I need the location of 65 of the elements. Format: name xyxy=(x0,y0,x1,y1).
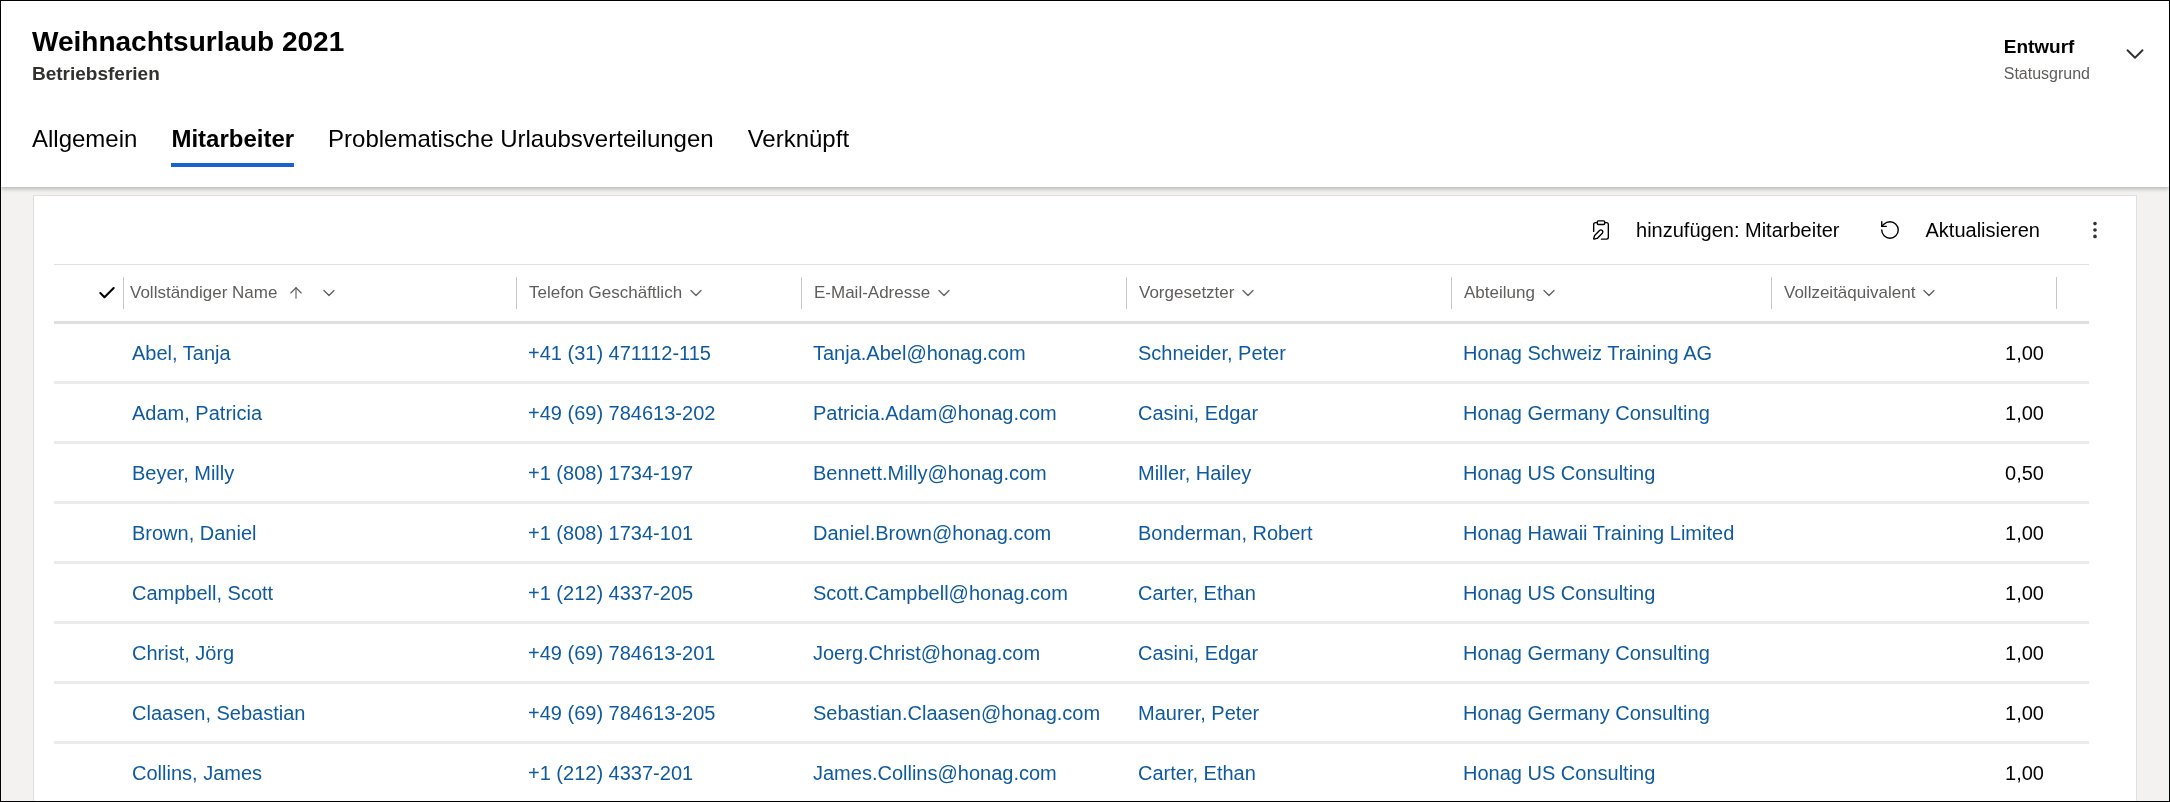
department-link[interactable]: Honag Germany Consulting xyxy=(1463,401,1710,424)
department-link[interactable]: Honag Germany Consulting xyxy=(1463,641,1710,664)
name-link[interactable]: Christ, Jörg xyxy=(132,641,235,664)
phone-link[interactable]: +1 (212) 4337-201 xyxy=(528,761,694,784)
fte-cell: 1,00 xyxy=(2005,761,2044,784)
status-value: Entwurf xyxy=(2003,35,2076,59)
tab[interactable]: Problematische Urlaubsverteilungen xyxy=(328,121,714,167)
fte-cell: 1,00 xyxy=(2005,401,2044,424)
phone-link[interactable]: +49 (69) 784613-202 xyxy=(528,401,716,424)
name-link[interactable]: Claasen, Sebastian xyxy=(132,701,306,724)
manager-link[interactable]: Miller, Hailey xyxy=(1138,461,1252,484)
manager-link[interactable]: Casini, Edgar xyxy=(1138,401,1259,424)
phone-link[interactable]: +49 (69) 784613-201 xyxy=(528,641,716,664)
manager-link[interactable]: Carter, Ethan xyxy=(1138,761,1256,784)
tab[interactable]: Verknüpft xyxy=(747,121,850,167)
tab[interactable]: Allgemein xyxy=(32,121,138,167)
refresh-icon xyxy=(1879,219,1902,241)
column-header[interactable]: Vorgesetzter xyxy=(1139,280,1259,306)
status-label: Statusgrund xyxy=(2003,63,2090,84)
phone-link[interactable]: +1 (808) 1734-197 xyxy=(528,461,694,484)
name-link[interactable]: Beyer, Milly xyxy=(132,461,235,484)
department-link[interactable]: Honag Hawaii Training Limited xyxy=(1463,521,1735,544)
fte-cell: 1,00 xyxy=(2005,701,2044,724)
department-link[interactable]: Honag US Consulting xyxy=(1463,581,1656,604)
column-header[interactable]: Abteilung xyxy=(1464,280,1559,306)
department-link[interactable]: Honag US Consulting xyxy=(1463,461,1656,484)
phone-link[interactable]: +1 (212) 4337-205 xyxy=(528,581,694,604)
manager-link[interactable]: Casini, Edgar xyxy=(1138,641,1259,664)
refresh-button[interactable]: Aktualisieren xyxy=(1879,215,2040,245)
phone-link[interactable]: +41 (31) 471112-115 xyxy=(528,341,711,364)
column-header[interactable]: Vollzeitäquivalent xyxy=(1784,280,1940,306)
fte-cell: 1,00 xyxy=(2005,521,2044,544)
email-link[interactable]: Daniel.Brown@honag.com xyxy=(813,521,1052,544)
department-link[interactable]: Honag US Consulting xyxy=(1463,761,1656,784)
department-link[interactable]: Honag Germany Consulting xyxy=(1463,701,1710,724)
name-link[interactable]: Brown, Daniel xyxy=(132,521,257,544)
phone-link[interactable]: +49 (69) 784613-205 xyxy=(528,701,716,724)
manager-link[interactable]: Schneider, Peter xyxy=(1138,341,1286,364)
manager-link[interactable]: Carter, Ethan xyxy=(1138,581,1256,604)
name-link[interactable]: Adam, Patricia xyxy=(132,401,263,424)
fte-cell: 1,00 xyxy=(2005,341,2044,364)
fte-cell: 1,00 xyxy=(2005,581,2044,604)
column-header[interactable]: Vollständiger Name xyxy=(130,280,340,306)
email-link[interactable]: Tanja.Abel@honag.com xyxy=(813,341,1026,364)
record-title: Weihnachtsurlaub 2021 xyxy=(32,25,345,59)
name-link[interactable]: Collins, James xyxy=(132,761,263,784)
email-link[interactable]: Scott.Campbell@honag.com xyxy=(813,581,1068,604)
email-link[interactable]: Patricia.Adam@honag.com xyxy=(813,401,1057,424)
fte-cell: 0,50 xyxy=(2005,461,2044,484)
name-link[interactable]: Abel, Tanja xyxy=(132,341,231,364)
email-link[interactable]: Bennett.Milly@honag.com xyxy=(813,461,1047,484)
column-header[interactable]: E-Mail-Adresse xyxy=(814,280,955,306)
manager-link[interactable]: Bonderman, Robert xyxy=(1138,521,1313,544)
email-link[interactable]: Sebastian.Claasen@honag.com xyxy=(813,701,1101,724)
email-link[interactable]: James.Collins@honag.com xyxy=(813,761,1057,784)
phone-link[interactable]: +1 (808) 1734-101 xyxy=(528,521,694,544)
fte-cell: 1,00 xyxy=(2005,641,2044,664)
tab[interactable]: Mitarbeiter xyxy=(171,121,295,167)
manager-link[interactable]: Maurer, Peter xyxy=(1138,701,1260,724)
column-header[interactable]: Telefon Geschäftlich xyxy=(529,280,707,306)
email-link[interactable]: Joerg.Christ@honag.com xyxy=(813,641,1041,664)
name-link[interactable]: Campbell, Scott xyxy=(132,581,274,604)
record-subtitle: Betriebsferien xyxy=(32,62,161,86)
add-employee-button[interactable]: hinzufügen: Mitarbeiter xyxy=(1590,215,1840,245)
department-link[interactable]: Honag Schweiz Training AG xyxy=(1463,341,1713,364)
